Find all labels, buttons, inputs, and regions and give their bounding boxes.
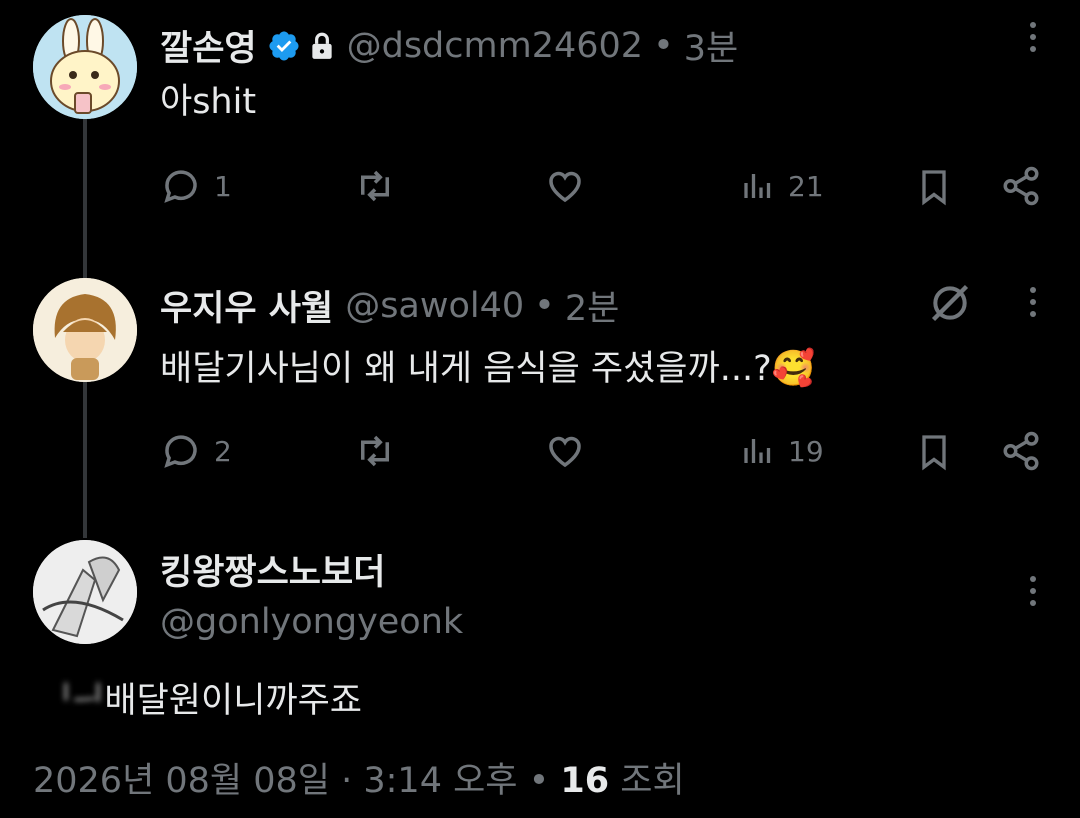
views-button[interactable]: 19 xyxy=(740,430,824,472)
bookmark-button[interactable] xyxy=(914,430,954,474)
retweet-button[interactable] xyxy=(352,165,398,207)
share-icon xyxy=(1003,166,1039,206)
view-count: 19 xyxy=(788,434,824,468)
share-icon xyxy=(1003,431,1039,471)
timestamp[interactable]: 2분 xyxy=(565,280,619,331)
bookmark-icon xyxy=(922,435,946,471)
view-count[interactable]: 16 xyxy=(560,761,609,801)
bookmark-icon xyxy=(922,170,946,206)
views-button[interactable]: 21 xyxy=(740,165,824,207)
user-handle[interactable]: @dsdcmm24602 xyxy=(347,26,643,66)
avatar[interactable] xyxy=(33,540,137,644)
reply-button[interactable]: 1 xyxy=(160,165,232,207)
lock-icon xyxy=(309,31,335,61)
separator-dot: • xyxy=(534,285,555,326)
view-count: 21 xyxy=(788,169,824,203)
grok-icon[interactable] xyxy=(928,281,972,325)
more-icon[interactable] xyxy=(1030,22,1038,52)
tweet-header: 깔손영 @dsdcmm24602 • 3분 xyxy=(160,20,738,71)
like-icon xyxy=(549,171,581,203)
tweet-meta: 2026년 08월 08일 · 3:14 오후 • 16 조회 xyxy=(33,752,685,803)
share-button[interactable] xyxy=(1000,430,1042,472)
separator-dot: • xyxy=(528,761,561,801)
views-icon xyxy=(744,174,771,198)
action-bar: 1 21 xyxy=(0,165,1080,215)
display-name[interactable]: 우지우 사월 xyxy=(160,280,333,331)
verified-badge-icon xyxy=(267,29,301,63)
reply-count: 2 xyxy=(214,434,232,468)
like-button[interactable] xyxy=(543,430,587,472)
views-icon xyxy=(744,439,771,463)
display-name[interactable]: 킹왕짱스노보더 xyxy=(160,544,385,595)
reply-count: 1 xyxy=(214,169,232,203)
action-bar: 2 19 xyxy=(0,430,1080,480)
retweet-icon xyxy=(361,170,389,202)
avatar[interactable] xyxy=(33,278,137,382)
reply-tweet-2[interactable]: 우지우 사월 @sawol40 • 2분 배달기사님이 왜 내게 음식을 주셨을… xyxy=(0,265,1080,525)
tweet-header: 우지우 사월 @sawol40 • 2분 xyxy=(160,280,619,331)
user-handle[interactable]: @sawol40 xyxy=(345,286,524,326)
tweet-text: 아shit xyxy=(160,82,257,122)
more-icon[interactable] xyxy=(1030,287,1038,317)
avatar[interactable] xyxy=(33,15,137,119)
display-name[interactable]: 깔손영 xyxy=(160,20,257,71)
user-handle[interactable]: @gonlyongyeonk xyxy=(160,602,463,642)
reply-icon xyxy=(164,435,197,468)
reply-icon xyxy=(164,170,197,203)
tweet-text-main: 배달원이니까주죠 xyxy=(104,681,363,721)
post-timestamp[interactable]: 2026년 08월 08일 · 3:14 오후 xyxy=(33,761,518,801)
reply-tweet-1[interactable]: 깔손영 @dsdcmm24602 • 3분 아shit 1 21 xyxy=(0,0,1080,260)
like-button[interactable] xyxy=(543,165,587,207)
reply-button[interactable]: 2 xyxy=(160,430,232,472)
bookmark-button[interactable] xyxy=(914,165,954,209)
retweet-button[interactable] xyxy=(352,430,398,472)
separator-dot: • xyxy=(653,25,674,66)
retweet-icon xyxy=(361,435,389,467)
share-button[interactable] xyxy=(1000,165,1042,207)
more-icon[interactable] xyxy=(1030,576,1038,606)
view-label: 조회 xyxy=(620,761,685,801)
tweet-text: 배달기사님이 왜 내게 음식을 주셨을까...?🥰 xyxy=(160,349,816,389)
tweet-text-prefix: ᅵᅴ xyxy=(40,681,105,721)
timestamp[interactable]: 3분 xyxy=(684,20,738,71)
tweet-text: ᅵᅴ배달원이니까주죠 xyxy=(40,672,362,723)
like-icon xyxy=(549,436,581,468)
